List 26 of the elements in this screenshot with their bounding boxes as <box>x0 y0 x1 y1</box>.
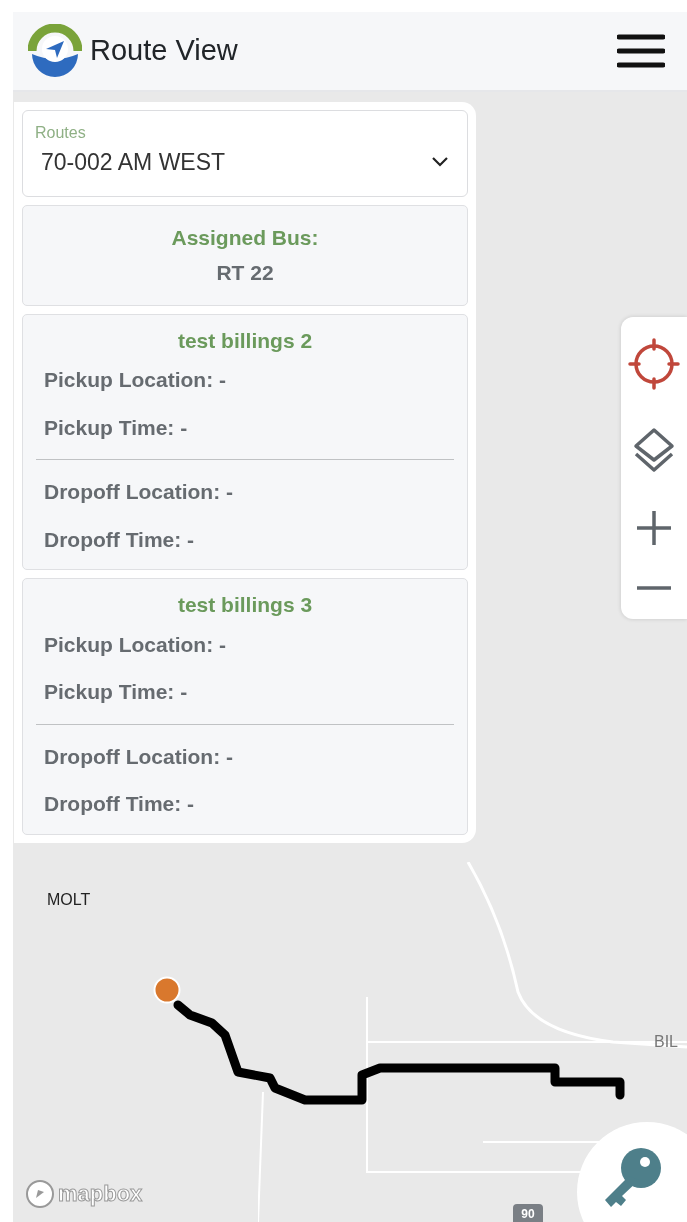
layers-button[interactable] <box>632 427 676 473</box>
assigned-bus-label: Assigned Bus: <box>170 224 320 251</box>
zoom-out-button[interactable] <box>635 583 673 593</box>
assigned-bus-value: RT 22 <box>215 260 275 286</box>
mapbox-logo-icon <box>25 1178 55 1209</box>
student-name: test billings 2 <box>176 327 314 354</box>
dropoff-detail: Dropoff Time: - <box>43 791 196 817</box>
map[interactable] <box>13 92 687 1222</box>
locate-button[interactable] <box>627 337 681 391</box>
dropoff-detail: Dropoff Location: - <box>43 743 234 770</box>
zoom-in-button[interactable] <box>635 509 673 547</box>
dropoff-detail: Dropoff Time: - <box>43 526 196 553</box>
pickup-detail: Pickup Time: - <box>43 679 189 705</box>
start-marker-icon <box>153 976 181 1004</box>
map-place-label: MOLT <box>47 890 91 910</box>
app-title: Route View <box>90 33 238 69</box>
pickup-detail: Pickup Time: - <box>43 414 189 441</box>
pickup-detail: Pickup Location: - <box>43 367 227 393</box>
student-name: test billings 3 <box>176 592 314 618</box>
chevron-down-icon <box>431 156 449 169</box>
map-place-label: BIL <box>654 1032 678 1052</box>
route-select[interactable]: Routes 70-002 AM WEST <box>22 110 468 197</box>
highway-shield: 90 <box>513 1204 543 1222</box>
logo-icon <box>28 24 82 78</box>
pickup-detail: Pickup Location: - <box>43 631 227 658</box>
dropoff-detail: Dropoff Location: - <box>43 479 234 505</box>
